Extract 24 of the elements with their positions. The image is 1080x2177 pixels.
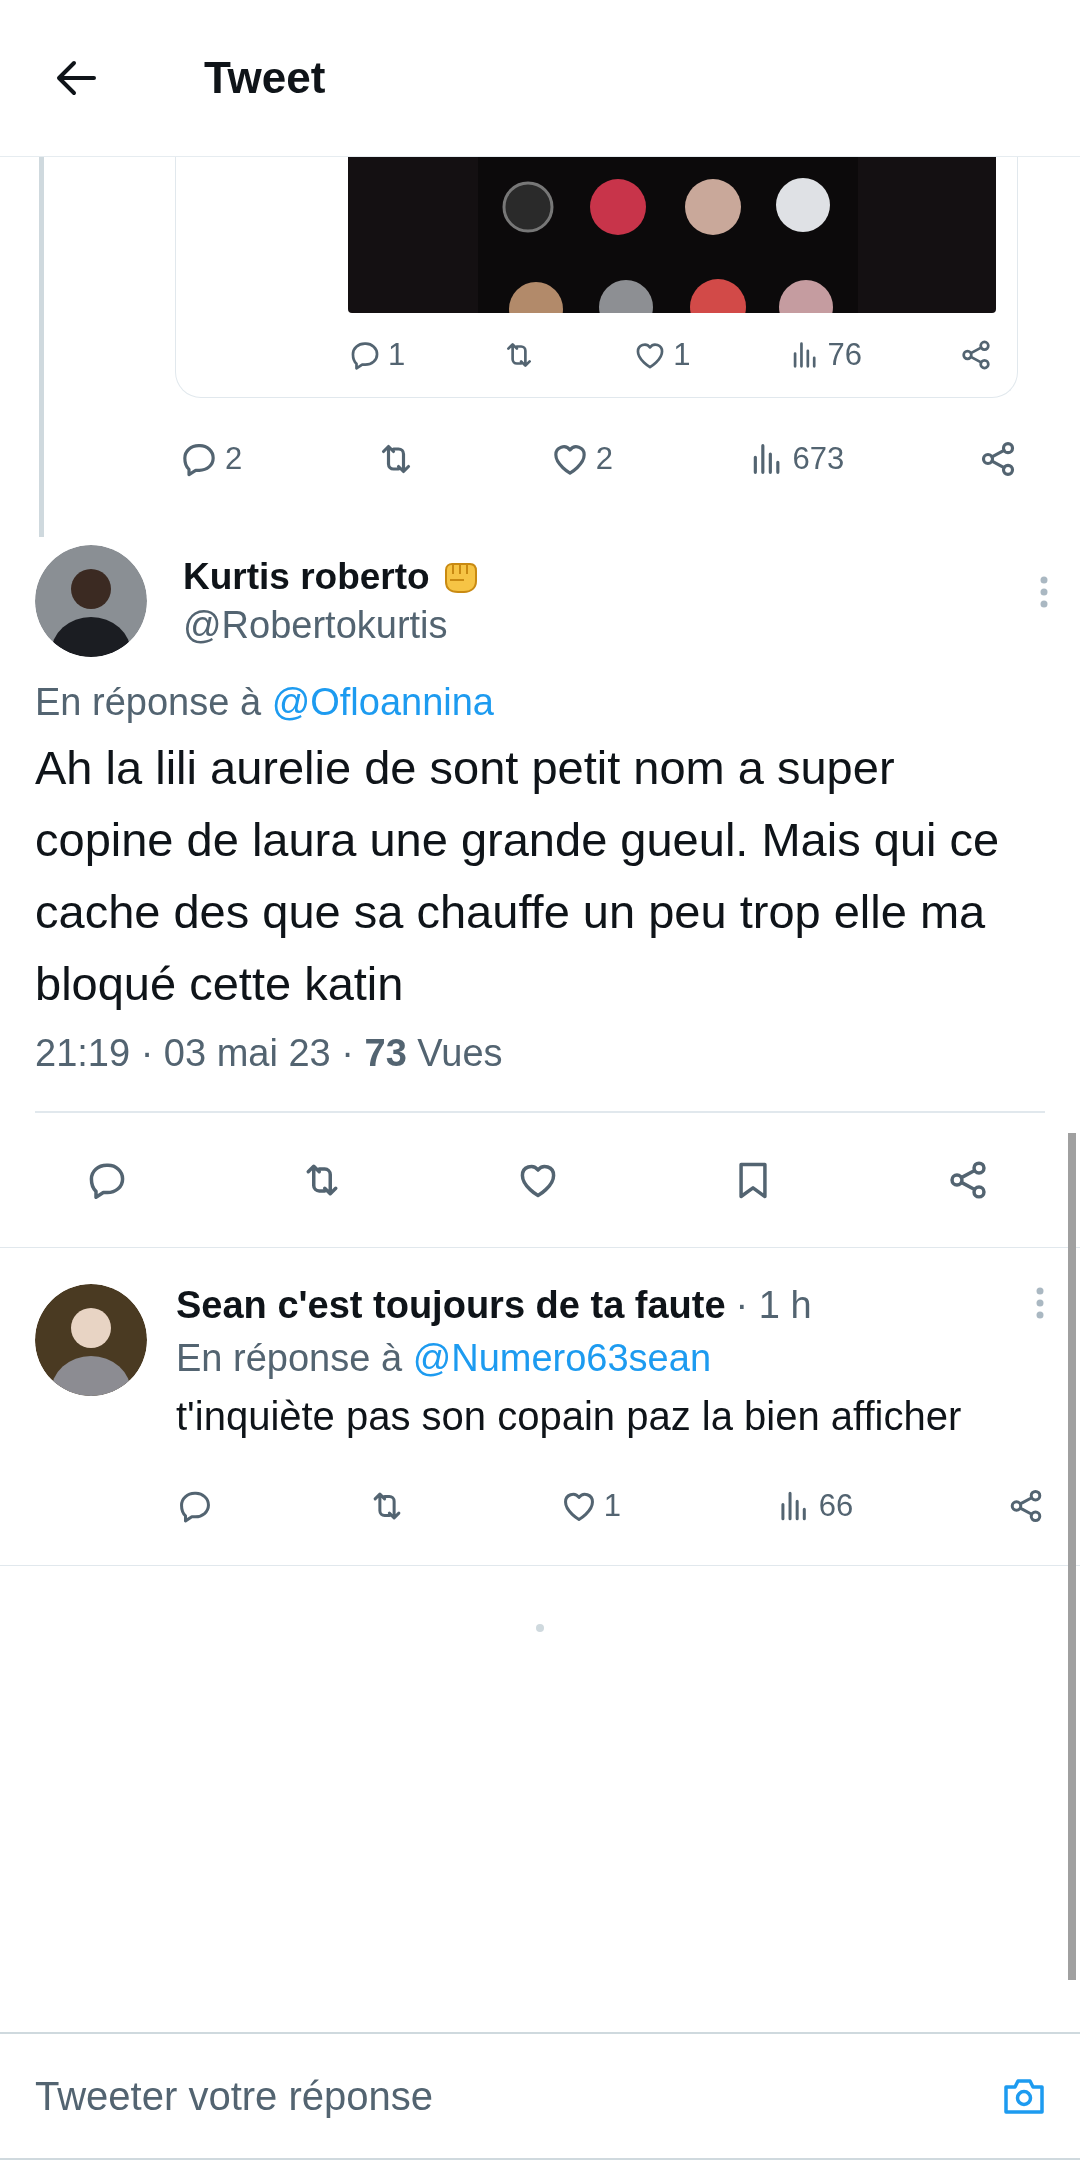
views-button[interactable]: 673 (746, 439, 845, 479)
views-button[interactable]: 76 (787, 337, 862, 373)
back-arrow-icon[interactable] (56, 60, 96, 96)
camera-icon[interactable] (1003, 2077, 1045, 2115)
post-time: · 1 h (735, 1283, 812, 1327)
author-name[interactable]: Kurtis roberto (183, 555, 430, 598)
tweet-timestamp: 21:19 · 03 mai 23 · 73 Vues (35, 1032, 504, 1075)
reply-button[interactable]: 1 (348, 337, 406, 373)
reply-context: En réponse à (35, 681, 262, 723)
like-button[interactable]: 2 (549, 439, 613, 479)
reply-button[interactable]: 2 (179, 439, 243, 479)
quoted-tweet-card[interactable]: 1 1 76 (175, 157, 1018, 398)
share-button[interactable] (959, 338, 993, 372)
like-button[interactable]: 1 (633, 337, 691, 373)
reply-context: En réponse à (176, 1336, 403, 1379)
author-name[interactable]: Sean c'est toujours de ta faute (176, 1283, 726, 1327)
author-handle[interactable]: @Robertokurtis (183, 603, 1003, 647)
share-icon (959, 338, 993, 372)
loading-dot (536, 1623, 544, 1632)
like-button[interactable]: 1 (559, 1486, 621, 1525)
views-button[interactable]: 66 (774, 1486, 854, 1525)
reply-text: t'inquiète pas son copain paz la bien afficher (176, 1392, 963, 1440)
tweet-text: Ah la lili aurelie de sont petit nom a super copine de laura une grande gueul. Mais qui ce cache des que sa chauffe un peu trop elle ma bloqué cette katin (35, 740, 1001, 1012)
page-title: Tweet (204, 53, 326, 103)
